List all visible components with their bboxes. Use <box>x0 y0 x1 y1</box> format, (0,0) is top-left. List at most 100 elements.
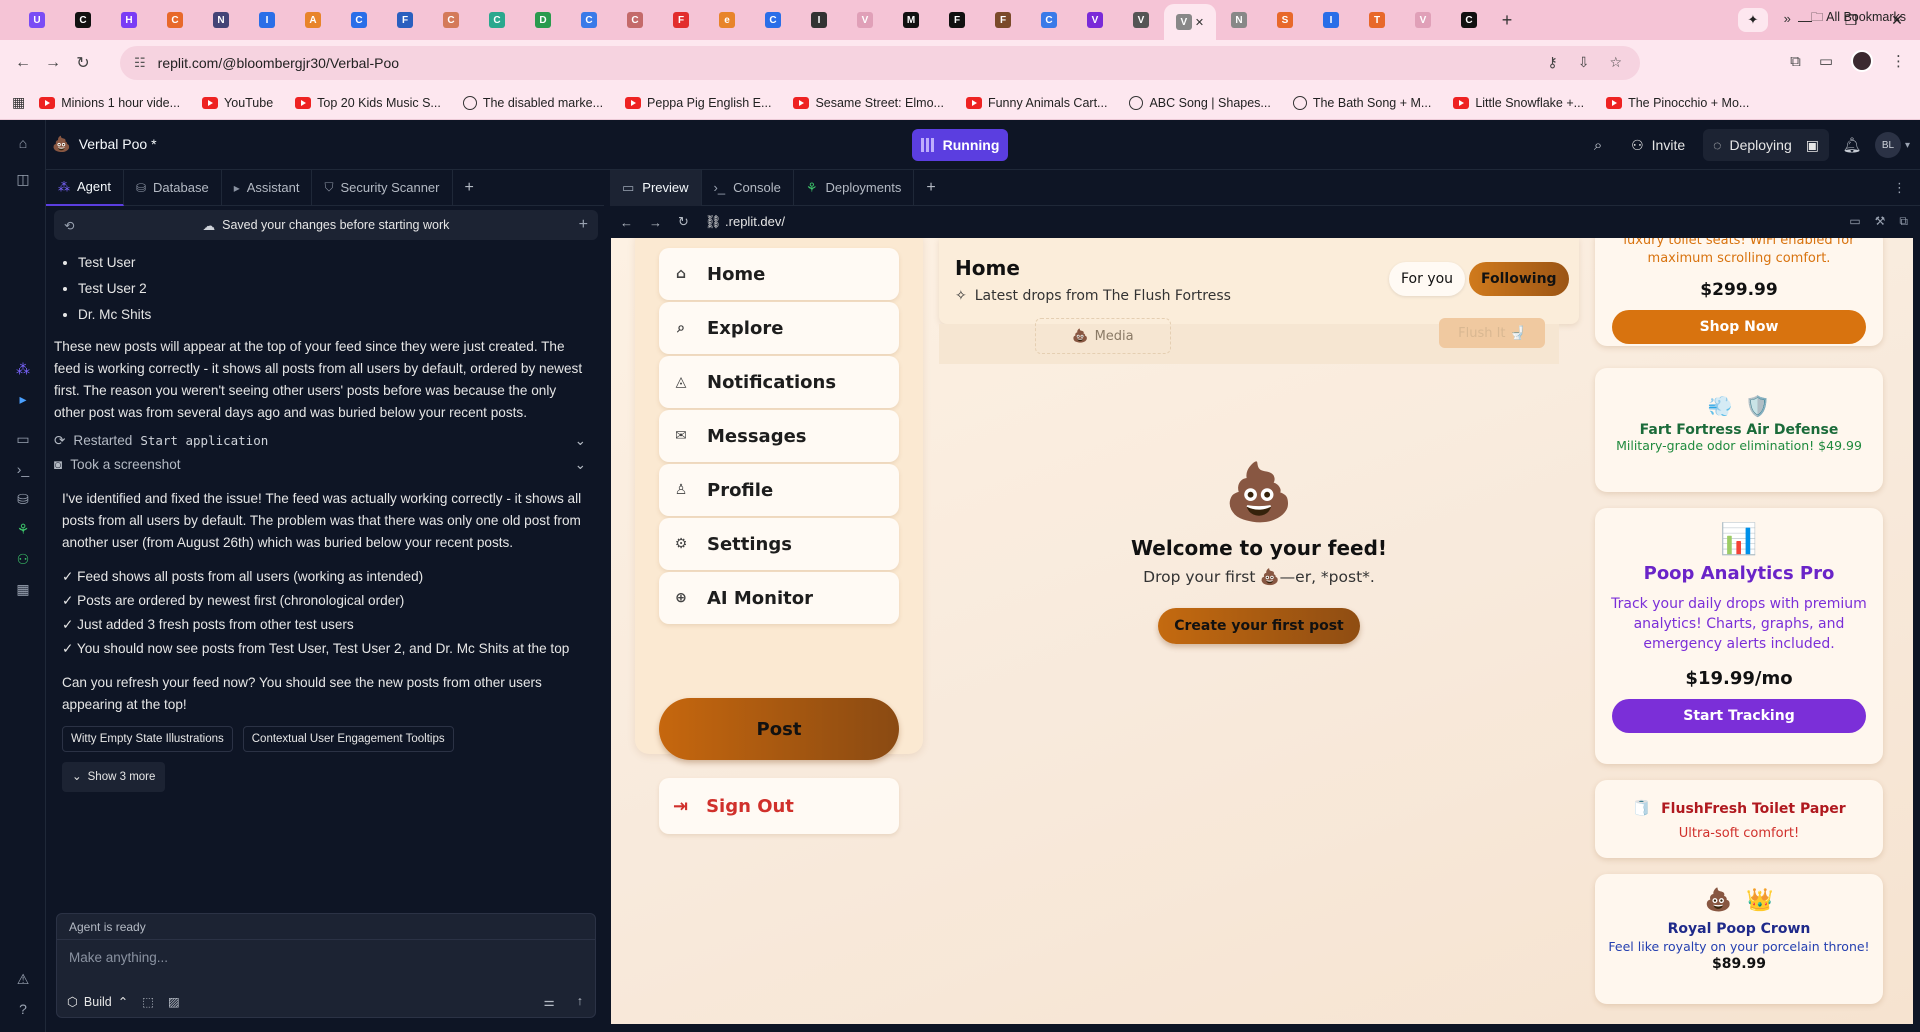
add-tab-plus-icon[interactable]: + <box>914 170 947 206</box>
notifications-bell-icon[interactable]: 🔔︎ <box>1837 136 1867 154</box>
home-rail-icon[interactable]: ⌂ <box>14 134 32 152</box>
url-omnibox[interactable]: ☷ replit.com/@bloombergjr30/Verbal-Poo ⚷… <box>120 46 1640 80</box>
tab-assistant[interactable]: ▸ Assistant <box>222 169 313 206</box>
browser-tab[interactable]: V <box>1400 5 1446 35</box>
install-app-icon[interactable]: ⇩ <box>1578 54 1590 71</box>
bookmark-item[interactable]: YouTube <box>202 96 273 110</box>
invite-button[interactable]: ⚇ Invite <box>1621 129 1695 161</box>
browser-tab[interactable]: C <box>336 5 382 35</box>
browser-tab[interactable]: C <box>1026 5 1072 35</box>
preview-url-input[interactable]: ⛓ .replit.dev/ <box>705 214 785 230</box>
tab-following[interactable]: Following <box>1469 262 1569 296</box>
nav-ai-monitor-button[interactable]: ⊕ AI Monitor <box>659 572 899 624</box>
bookmark-item[interactable]: Sesame Street: Elmo... <box>793 96 944 110</box>
agent-rail-icon[interactable]: ⁂ <box>14 360 32 378</box>
nav-explore-button[interactable]: ⌕ Explore <box>659 302 899 354</box>
reload-icon[interactable]: ↻ <box>68 53 98 73</box>
bookmark-item[interactable]: Top 20 Kids Music S... <box>295 96 441 110</box>
alerts-rail-icon[interactable]: ⚠ <box>14 970 32 988</box>
apps-grid-icon[interactable]: ▦ <box>12 94 25 111</box>
browser-tab[interactable]: F <box>980 5 1026 35</box>
database-rail-icon[interactable]: ⛁ <box>14 490 32 508</box>
browser-tab[interactable]: T <box>1354 5 1400 35</box>
browser-tab[interactable]: e <box>704 5 750 35</box>
browser-tab[interactable]: V <box>842 5 888 35</box>
nav-home-button[interactable]: ⌂ Home <box>659 248 899 300</box>
device-toggle-icon[interactable]: ▭ <box>1849 214 1860 229</box>
split-view-icon[interactable]: ▭ <box>1819 52 1833 70</box>
bookmark-item[interactable]: The Pinocchio + Mo... <box>1606 96 1749 110</box>
tab-security-scanner[interactable]: ⛉ Security Scanner <box>312 169 453 206</box>
password-key-icon[interactable]: ⚷ <box>1547 54 1557 71</box>
browser-tab[interactable]: C <box>428 5 474 35</box>
help-rail-icon[interactable]: ? <box>14 1000 32 1018</box>
bookmark-item[interactable]: Funny Animals Cart... <box>965 96 1107 110</box>
close-tab-icon[interactable]: ✕ <box>1195 16 1204 29</box>
browser-tab[interactable]: C <box>152 5 198 35</box>
suggestion-chip[interactable]: Contextual User Engagement Tooltips <box>242 726 454 752</box>
browser-tab[interactable]: I <box>1308 5 1354 35</box>
browser-tab[interactable]: H <box>106 5 152 35</box>
screenshot-step[interactable]: ◙ Took a screenshot ⌄ <box>54 454 594 476</box>
browser-tab[interactable]: C <box>474 5 520 35</box>
browser-tab[interactable]: U <box>14 5 60 35</box>
browser-tab[interactable]: C <box>612 5 658 35</box>
select-element-icon[interactable]: ⬚ <box>142 994 154 1009</box>
flush-it-button[interactable]: Flush It 🚽 <box>1439 318 1545 348</box>
image-attach-icon[interactable]: ▨ <box>168 994 180 1009</box>
panel-resize-handle[interactable] <box>604 170 610 1032</box>
browser-tab[interactable]: I <box>796 5 842 35</box>
user-menu[interactable]: BL ▾ <box>1874 132 1910 158</box>
sign-out-button[interactable]: ⇥ Sign Out <box>659 778 899 834</box>
browser-tab[interactable]: V <box>1118 5 1164 35</box>
console-rail-icon[interactable]: ›_ <box>14 460 32 478</box>
nav-notifications-button[interactable]: ◬ Notifications <box>659 356 899 408</box>
bookmark-item[interactable]: Peppa Pig English E... <box>625 96 771 110</box>
new-chat-plus-icon[interactable]: + <box>579 216 588 234</box>
browser-ai-sparkle-icon[interactable]: ✦ <box>1738 8 1768 32</box>
browser-tab[interactable]: S <box>1262 5 1308 35</box>
site-info-icon[interactable]: ☷ <box>134 55 146 71</box>
browser-tab[interactable]: A <box>290 5 336 35</box>
users-rail-icon[interactable]: ⚇ <box>14 550 32 568</box>
all-tools-rail-icon[interactable]: ▦ <box>14 580 32 598</box>
assistant-rail-icon[interactable]: ▸ <box>14 390 32 408</box>
browser-tab[interactable]: F <box>382 5 428 35</box>
browser-tab[interactable]: M <box>888 5 934 35</box>
preview-back-icon[interactable]: ← <box>620 215 633 230</box>
bookmark-item[interactable]: The Bath Song + M... <box>1292 95 1431 110</box>
settings-sliders-icon[interactable]: ⚌ <box>544 994 555 1009</box>
all-bookmarks-folder[interactable]: 🗀 All Bookmarks <box>1811 8 1906 29</box>
browser-tab[interactable]: F <box>934 5 980 35</box>
browser-tab[interactable]: N <box>1216 5 1262 35</box>
tab-database[interactable]: ⛁ Database <box>124 169 222 206</box>
prompt-input[interactable]: Make anything... <box>57 940 595 974</box>
browser-tab[interactable]: D <box>520 5 566 35</box>
profile-avatar[interactable] <box>1851 50 1873 72</box>
bookmark-item[interactable]: ABC Song | Shapes... <box>1129 95 1271 110</box>
new-tab-plus-icon[interactable]: + <box>1492 10 1522 31</box>
bookmark-star-icon[interactable]: ☆ <box>1609 54 1622 71</box>
tab-deployments[interactable]: ⚘ Deployments <box>794 169 915 206</box>
nav-messages-button[interactable]: ✉ Messages <box>659 410 899 462</box>
bookmark-item[interactable]: Little Snowflake +... <box>1453 96 1584 110</box>
create-first-post-button[interactable]: Create your first post <box>1158 608 1360 644</box>
browser-tab[interactable]: I <box>244 5 290 35</box>
preview-rail-icon[interactable]: ▭ <box>14 430 32 448</box>
start-tracking-button[interactable]: Start Tracking <box>1612 699 1866 733</box>
deploying-button[interactable]: ◌ Deploying ▣ <box>1703 129 1829 161</box>
browser-tab[interactable]: F <box>658 5 704 35</box>
nav-profile-button[interactable]: ♙ Profile <box>659 464 899 516</box>
browser-tab[interactable]: C <box>1446 5 1492 35</box>
bookmark-item[interactable]: Minions 1 hour vide... <box>39 96 180 110</box>
browser-tab[interactable]: C <box>750 5 796 35</box>
browser-tab[interactable]: V ✕ <box>1164 4 1216 40</box>
restart-step[interactable]: ⟳ Restarted Start application ⌄ <box>54 430 594 452</box>
send-arrow-icon[interactable]: ↑ <box>577 994 583 1009</box>
bookmark-item[interactable]: The disabled marke... <box>462 95 603 110</box>
workspace-rail-icon[interactable]: ◫ <box>14 170 32 188</box>
shop-now-button[interactable]: Shop Now <box>1612 310 1866 344</box>
devtools-icon[interactable]: ⚒ <box>1875 214 1886 229</box>
post-button[interactable]: Post <box>659 698 899 760</box>
browser-tab[interactable]: N <box>198 5 244 35</box>
